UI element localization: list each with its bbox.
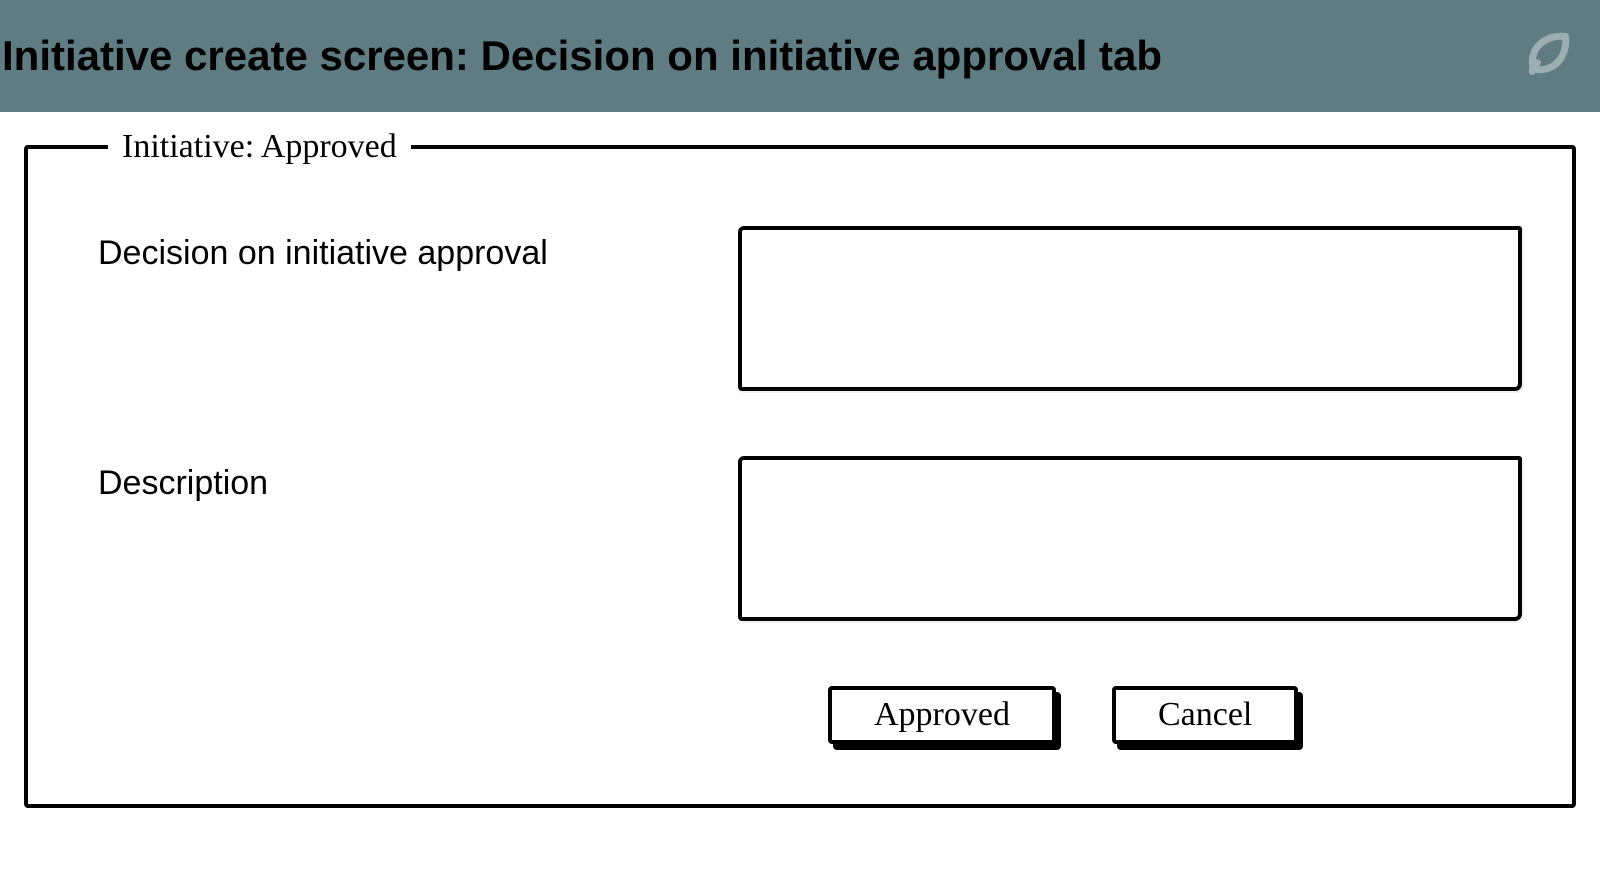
description-input[interactable] xyxy=(738,456,1522,621)
description-row: Description xyxy=(98,456,1522,626)
page-title: Initiative create screen: Decision on in… xyxy=(0,32,1162,80)
approved-button[interactable]: Approved xyxy=(828,686,1056,744)
header-bar: Initiative create screen: Decision on in… xyxy=(0,0,1600,112)
decision-row: Decision on initiative approval xyxy=(98,226,1522,396)
decision-label: Decision on initiative approval xyxy=(98,226,738,273)
leaf-icon xyxy=(1520,26,1576,87)
description-label: Description xyxy=(98,456,738,503)
decision-input[interactable] xyxy=(738,226,1522,391)
group-legend: Initiative: Approved xyxy=(108,128,411,166)
initiative-group: Initiative: Approved Decision on initiat… xyxy=(24,128,1576,808)
button-row: Approved Cancel xyxy=(828,686,1522,744)
cancel-button[interactable]: Cancel xyxy=(1112,686,1298,744)
